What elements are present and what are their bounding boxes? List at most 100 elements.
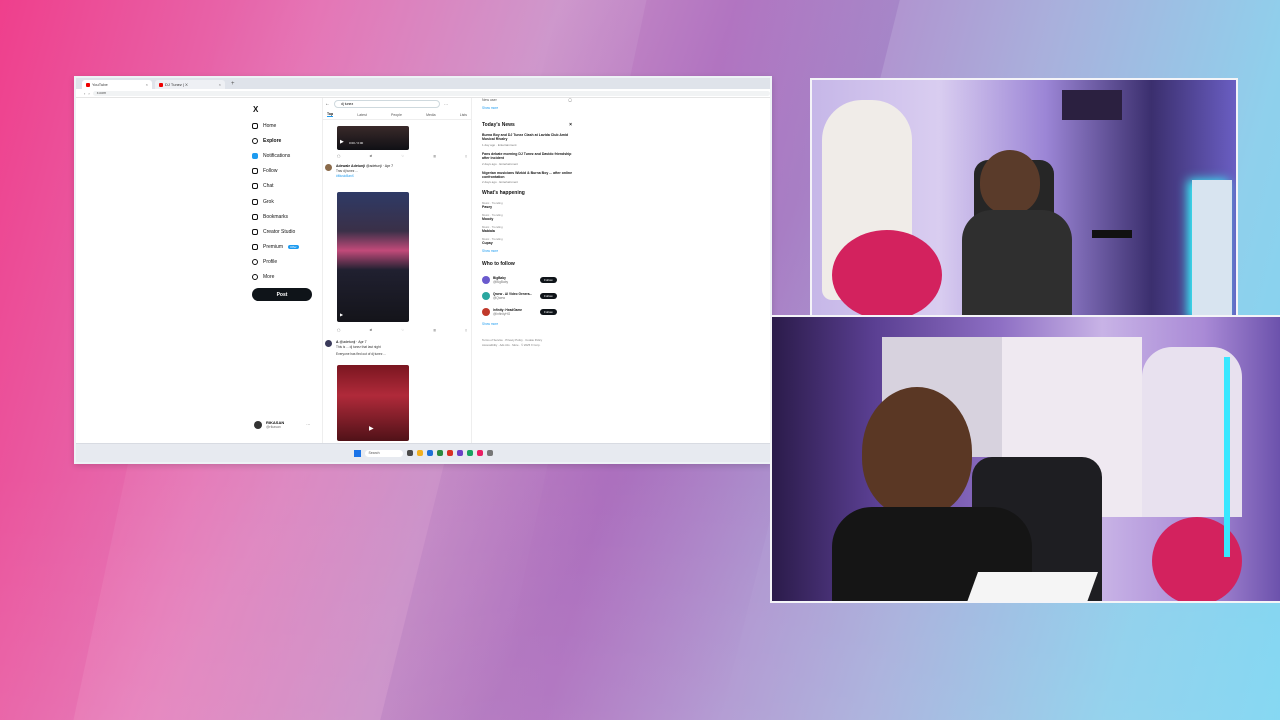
nav-item-explore[interactable]: Explore [252, 133, 322, 148]
tweet-author: A [336, 340, 339, 344]
tab-media[interactable]: Media [426, 113, 436, 117]
reply-icon[interactable]: ◯ [337, 154, 340, 158]
tab-lists[interactable]: Lists [460, 113, 467, 117]
refresh-icon[interactable]: ◯ [568, 98, 572, 106]
follow-suggestion[interactable]: BigBaby @BigBaby Follow [482, 272, 572, 288]
more-icon[interactable]: ··· [444, 102, 448, 107]
news-meta: 2 days ago · Entertainment [482, 180, 519, 185]
footer-link[interactable]: More [512, 343, 518, 347]
bookmark-icon[interactable]: ▯ [465, 154, 467, 158]
taskbar-search[interactable]: Search [364, 449, 403, 457]
new-tab-button[interactable]: + [228, 81, 238, 87]
tab-top[interactable]: Top [327, 112, 334, 117]
task-view-icon[interactable] [406, 450, 413, 456]
app-icon[interactable] [466, 450, 473, 456]
news-item[interactable]: Nigerian musicians Wizkid & Burna Boy ..… [482, 171, 572, 185]
tab-people[interactable]: People [391, 113, 402, 117]
nav-item-home[interactable]: Home [252, 118, 322, 133]
nav-item-chat[interactable]: Chat [252, 179, 322, 194]
browser-tab[interactable]: YouTube × [82, 80, 152, 89]
nav-label: Profile [263, 259, 278, 266]
bookmark-icon[interactable]: ▯ [465, 328, 467, 332]
follow-suggestion[interactable]: Qwew - AI Video Genera... @Qwew Follow [482, 288, 572, 304]
show-more-link[interactable]: Show more [482, 106, 572, 116]
footer-link[interactable]: Accessibility [482, 343, 497, 347]
repost-icon[interactable]: ⇄ [370, 154, 373, 158]
video-thumbnail[interactable]: ▶ [337, 192, 409, 322]
play-icon[interactable]: ▶ [369, 425, 374, 432]
file-explorer-icon[interactable] [416, 450, 423, 456]
settings-icon[interactable] [486, 450, 493, 456]
follow-handle: @BigBaby [493, 280, 509, 285]
nav-item-notifications[interactable]: Notifications [252, 148, 322, 163]
app-icon[interactable] [456, 450, 463, 456]
close-icon[interactable]: × [569, 122, 572, 128]
nav-label: Follow [263, 168, 278, 175]
app-icon[interactable] [476, 450, 483, 456]
tweet-header: Adewale Adetunji @adetunji · Apr 7 [336, 164, 393, 168]
windows-start-icon[interactable] [353, 449, 361, 457]
news-item[interactable]: Burna Boy and DJ Tunez Clash at Lavida C… [482, 133, 572, 147]
more-icon[interactable]: ··· [306, 422, 310, 427]
address-bar: ‹ › x.com [76, 89, 770, 98]
like-icon[interactable]: ♡ [401, 328, 404, 332]
close-icon[interactable]: × [146, 82, 148, 87]
nav-item-bookmarks[interactable]: Bookmarks [252, 209, 322, 224]
trend-item[interactable]: Music · Trending Pasey [482, 201, 572, 209]
nav-item-follow[interactable]: Follow [252, 164, 322, 179]
follow-button[interactable]: Follow [540, 293, 557, 300]
screen-share-window: YouTube × DJ Tunez | X × + ‹ › x.com X H… [74, 76, 772, 464]
close-icon[interactable]: × [219, 82, 221, 87]
nav-item-more[interactable]: More [252, 270, 322, 285]
edge-icon[interactable] [426, 450, 433, 456]
play-icon[interactable]: ▶ [340, 139, 344, 145]
chrome-icon[interactable] [446, 450, 453, 456]
post-button[interactable]: Post [252, 288, 312, 301]
follow-button[interactable]: Follow [540, 277, 557, 284]
play-icon[interactable]: ▶ [340, 312, 343, 317]
store-icon[interactable] [436, 450, 443, 456]
search-input[interactable]: dj tunez [334, 100, 440, 108]
trend-item[interactable]: Music · Trending Mabiala [482, 225, 572, 233]
views-icon[interactable]: ▥ [433, 328, 436, 332]
footer-link[interactable]: Cookie Policy [525, 338, 542, 342]
tweet-hashtag[interactable]: #MusicBanX [336, 174, 354, 178]
back-arrow-icon[interactable]: ← [325, 101, 330, 107]
show-more-link[interactable]: Show more [482, 322, 572, 332]
reply-icon[interactable]: ◯ [337, 328, 340, 332]
trend-item[interactable]: Music · Trending Cupay [482, 237, 572, 245]
lightning-icon [252, 228, 258, 235]
footer-link[interactable]: Privacy Policy [505, 338, 522, 342]
x-logo[interactable]: X [253, 105, 258, 114]
trend-name: Cupay [482, 241, 493, 246]
news-item[interactable]: Fans debate morning DJ Tunez and Davido … [482, 152, 572, 166]
tweet-text: Everyone has fled out of dj tunez ... [336, 352, 386, 356]
url-input[interactable]: x.com [92, 90, 770, 96]
tweet-text: This is ... dj tunez that last night [336, 345, 381, 349]
trend-item[interactable]: Music · Trending Moody [482, 213, 572, 221]
profile-handle: @rikasan [266, 425, 281, 429]
show-more-link[interactable]: Show more [482, 249, 572, 259]
account-switcher[interactable]: RIKASAN @rikasan ··· [254, 420, 310, 429]
footer-link[interactable]: Ads info [500, 343, 510, 347]
nav-item-profile[interactable]: Profile [252, 255, 322, 270]
browser-tab[interactable]: DJ Tunez | X × [155, 80, 225, 89]
nav-item-premium[interactable]: Premium Offer [252, 240, 322, 255]
nav-item-creator-studio[interactable]: Creator Studio [252, 224, 322, 239]
video-thumbnail[interactable]: ▶ [337, 365, 409, 441]
back-icon[interactable]: ‹ [84, 91, 85, 96]
nav-label: More [263, 274, 275, 281]
footer-link[interactable]: Terms of Service [482, 338, 503, 342]
follow-suggestion[interactable]: Infinity: HeadGame @InfinityHG Follow [482, 304, 572, 320]
more-icon [252, 274, 258, 281]
forward-icon[interactable]: › [88, 91, 89, 96]
like-icon[interactable]: ♡ [401, 154, 404, 158]
views-icon[interactable]: ▥ [433, 154, 436, 158]
repost-icon[interactable]: ⇄ [370, 328, 373, 332]
follow-button[interactable]: Follow [540, 309, 557, 316]
video-time: 0:00 / 0:00 [349, 141, 364, 145]
browser-tab-label: DJ Tunez | X [165, 82, 188, 87]
tab-latest[interactable]: Latest [357, 113, 367, 117]
nav-item-grok[interactable]: Grok [252, 194, 322, 209]
video-thumbnail[interactable]: ▶ 0:00 / 0:00 [337, 126, 409, 150]
